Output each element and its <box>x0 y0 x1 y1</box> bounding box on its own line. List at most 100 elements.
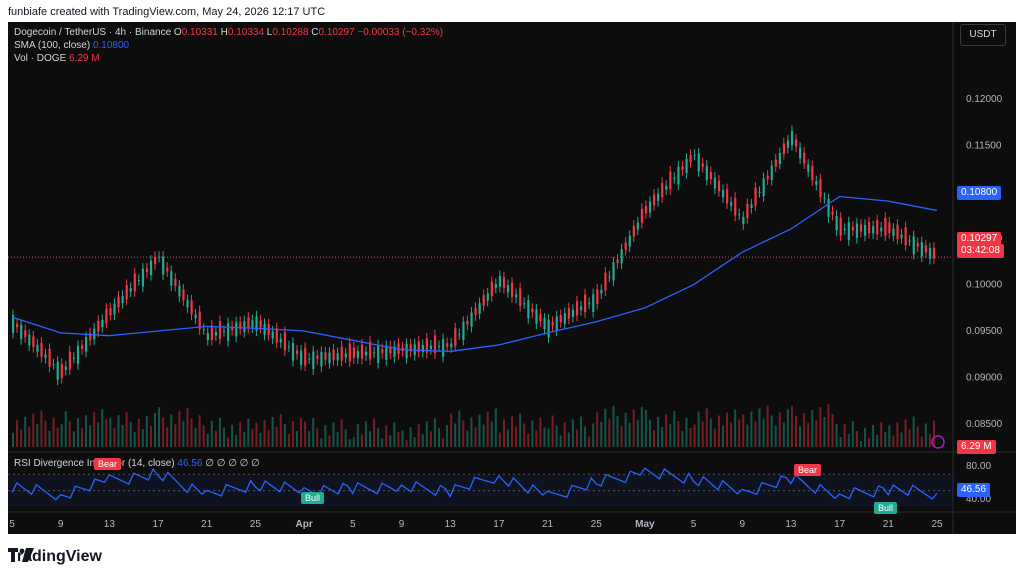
candle-body <box>291 342 295 361</box>
volume-bar <box>502 419 505 447</box>
candle-body <box>843 228 846 230</box>
tradingview-logo[interactable]: TradingView <box>8 548 102 566</box>
candle-body <box>72 357 76 359</box>
volume-label: Vol · DOGE <box>14 53 67 64</box>
volume-bar <box>766 405 769 447</box>
volume-bar <box>843 424 846 447</box>
candle-body <box>344 353 347 358</box>
candle-body <box>442 339 445 357</box>
volume-bar <box>547 428 550 447</box>
candle-body <box>827 199 830 217</box>
candle-body <box>222 331 226 333</box>
volume-bar <box>644 410 647 447</box>
candle-body <box>360 344 364 359</box>
candle-body <box>721 189 725 198</box>
volume-bar <box>129 422 132 447</box>
volume-bar <box>235 434 238 447</box>
candle-body <box>381 349 384 353</box>
candle-body <box>932 247 936 259</box>
candle-body <box>863 224 867 236</box>
candle-body <box>523 303 526 305</box>
candle-body <box>705 165 708 180</box>
volume-bar <box>559 435 562 447</box>
candle-body <box>924 245 928 253</box>
volume-bar <box>563 422 566 447</box>
volume-bar <box>884 432 887 447</box>
volume-bar <box>584 426 587 447</box>
volume-bar <box>182 421 185 447</box>
candle-body <box>316 355 319 360</box>
volume-bar <box>312 418 315 447</box>
volume-bar <box>604 408 607 447</box>
candle-body <box>429 345 433 350</box>
volume-bar <box>697 411 700 447</box>
candle-body <box>320 351 323 367</box>
volume-bar <box>640 406 643 447</box>
candle-body <box>823 198 826 200</box>
candle-body <box>56 361 59 380</box>
candle-body <box>446 343 449 347</box>
volume-bar <box>72 431 75 447</box>
chart-panel[interactable]: 0.120000.115000.110000.105000.100000.095… <box>8 22 1016 534</box>
volume-bar <box>324 425 327 447</box>
volume-bar <box>673 411 676 447</box>
volume-bar <box>823 417 826 447</box>
currency-button[interactable]: USDT <box>960 24 1006 46</box>
volume-bar <box>790 406 793 447</box>
close-label: C <box>311 27 319 38</box>
volume-bar <box>20 429 23 447</box>
volume-bar <box>519 413 522 447</box>
volume-bar <box>437 428 440 447</box>
volume-bar <box>97 422 100 447</box>
volume-bar <box>12 432 14 447</box>
volume-bar <box>490 421 493 447</box>
volume-bar <box>713 428 716 447</box>
time-tick-label: Apr <box>295 519 312 530</box>
candle-body <box>304 347 307 366</box>
candle-body <box>782 143 786 155</box>
volume-bar <box>446 425 449 447</box>
volume-bar <box>170 414 173 447</box>
candle-body <box>616 259 619 264</box>
candle-body <box>551 321 554 326</box>
time-tick-label: 13 <box>104 519 116 530</box>
volume-bar <box>799 426 802 447</box>
time-tick-label: May <box>635 519 655 530</box>
candle-body <box>405 343 408 359</box>
candle-body <box>632 225 635 237</box>
candle-body <box>559 314 562 323</box>
volume-bar <box>932 420 935 447</box>
volume-bar <box>847 434 850 447</box>
candle-body <box>531 308 534 313</box>
volume-bar <box>596 411 599 447</box>
candle-body <box>571 309 575 317</box>
volume-bar <box>811 410 814 447</box>
candle-body <box>713 177 717 189</box>
volume-bar <box>632 409 635 447</box>
volume-bar <box>32 413 35 447</box>
rsi-tick-label: 80.00 <box>966 461 991 472</box>
candle-body <box>604 272 607 291</box>
time-tick-label: 21 <box>883 519 895 530</box>
candle-body <box>227 323 230 342</box>
volume-bar <box>271 417 274 447</box>
candle-body <box>665 185 668 190</box>
candle-body <box>194 314 197 319</box>
candle-body <box>742 217 745 225</box>
candle-body <box>60 363 63 379</box>
volume-bar <box>222 427 225 447</box>
candle-body <box>113 303 116 315</box>
volume-bar <box>393 422 396 447</box>
volume-bar <box>543 427 546 447</box>
volume-bar <box>523 423 526 447</box>
volume-bar <box>231 424 234 447</box>
volume-bar <box>210 420 213 447</box>
candle-body <box>701 163 704 167</box>
volume-bar <box>405 440 408 447</box>
volume-bar <box>742 414 745 447</box>
candle-body <box>689 154 692 163</box>
candle-body <box>271 331 274 339</box>
time-tick-label: 17 <box>834 519 846 530</box>
volume-bar <box>433 418 436 447</box>
volume-bar <box>16 419 19 447</box>
